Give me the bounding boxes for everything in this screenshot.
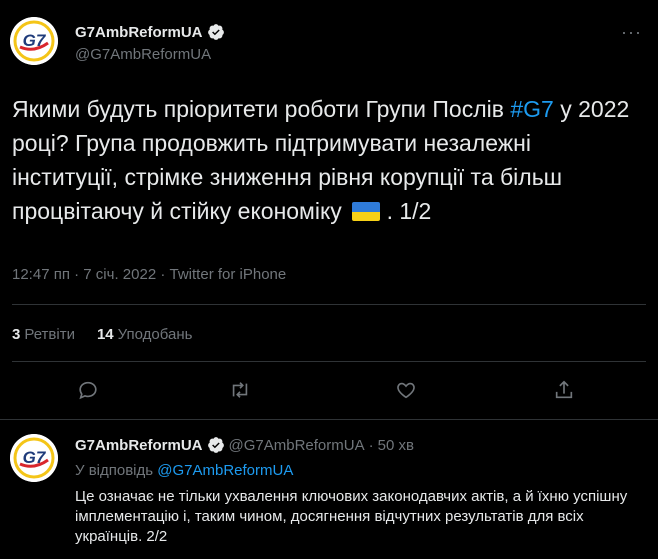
reply-separator: ·: [368, 436, 374, 454]
likes-label: Уподобань: [117, 326, 193, 343]
retweets-count: 3: [12, 326, 21, 343]
tweet-source[interactable]: Twitter for iPhone: [170, 266, 287, 283]
verified-icon: [207, 437, 224, 453]
reply-icon: [79, 381, 97, 400]
avatar[interactable]: G7: [10, 17, 58, 65]
replying-to: У відповідь @G7AmbReformUA: [75, 462, 293, 479]
likes-stat[interactable]: 14 Уподобань: [97, 326, 192, 343]
reply-button[interactable]: [74, 376, 102, 404]
divider: [12, 361, 646, 362]
share-button[interactable]: [550, 376, 578, 404]
tweet-meta: 12:47 пп · 7 січ. 2022 · Twitter for iPh…: [12, 266, 286, 283]
tweet-time[interactable]: 12:47 пп: [12, 266, 70, 283]
hashtag-link[interactable]: #G7: [510, 96, 553, 122]
replying-to-label: У відповідь: [75, 462, 154, 479]
tweet-date[interactable]: 7 січ. 2022: [83, 266, 156, 283]
tweet-actions: [0, 376, 658, 404]
replying-to-handle[interactable]: @G7AmbReformUA: [157, 462, 293, 479]
svg-text:G7: G7: [23, 448, 47, 467]
author-name[interactable]: G7AmbReformUA: [75, 23, 225, 41]
like-icon: [397, 382, 415, 399]
retweets-label: Ретвіти: [24, 326, 75, 343]
retweet-button[interactable]: [226, 376, 254, 404]
author-name-text[interactable]: G7AmbReformUA: [75, 24, 203, 41]
ukraine-flag-emoji: [352, 202, 381, 221]
retweets-stat[interactable]: 3 Ретвіти: [12, 326, 75, 343]
reply-header: G7AmbReformUA @G7AmbReformUA · 50 хв: [75, 436, 414, 454]
reply-text: Це означає не тільки ухвалення ключових …: [75, 488, 628, 545]
likes-count: 14: [96, 326, 114, 343]
avatar[interactable]: G7: [10, 434, 58, 482]
tweet-text: Якими будуть пріоритети роботи Групи Пос…: [12, 92, 642, 228]
verified-icon: [207, 24, 224, 40]
meta-separator: ·: [74, 266, 80, 283]
author-handle[interactable]: @G7AmbReformUA: [75, 46, 211, 63]
g7-logo-icon: G7: [10, 434, 58, 482]
tweet-stats: 3 Ретвіти 14 Уподобань: [12, 326, 192, 343]
reply-author-handle[interactable]: @G7AmbReformUA: [229, 437, 365, 454]
like-button[interactable]: [392, 376, 420, 404]
share-icon: [555, 380, 573, 399]
g7-logo-icon: G7: [10, 17, 58, 65]
tweet-text-part3: . 1/2: [380, 198, 432, 224]
reply-author-name[interactable]: G7AmbReformUA: [75, 437, 203, 454]
tweet-text-part1: Якими будуть пріоритети роботи Групи Пос…: [12, 96, 511, 122]
svg-text:G7: G7: [23, 31, 47, 50]
reply-time[interactable]: 50 хв: [378, 437, 414, 454]
retweet-icon: [232, 382, 248, 398]
meta-separator: ·: [160, 266, 166, 283]
reply-tweet[interactable]: G7 G7AmbReformUA @G7AmbReformUA · 50 хв …: [0, 420, 658, 559]
more-icon[interactable]: ···: [621, 22, 642, 43]
divider: [12, 304, 646, 305]
